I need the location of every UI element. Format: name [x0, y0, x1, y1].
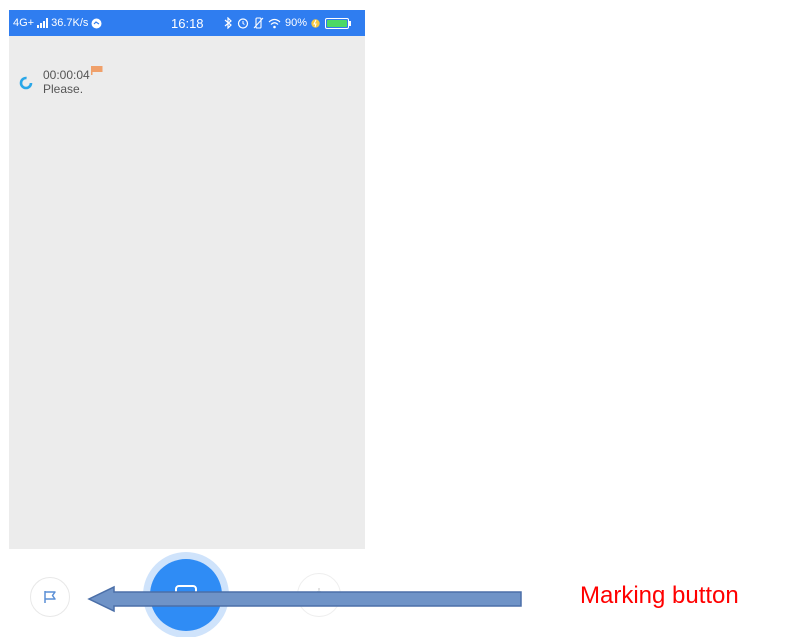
alarm-icon	[237, 18, 249, 29]
recording-list: 00:00:04 Please.	[9, 36, 365, 549]
flag-icon	[44, 591, 56, 603]
mark-flag-icon	[90, 66, 103, 75]
recording-text: Please.	[43, 82, 84, 96]
recording-item[interactable]: 00:00:04 Please.	[19, 66, 103, 96]
battery-percent: 90%	[285, 17, 308, 29]
phone-screen: 4G+ 36.7K/s 16:18 90% 00:00:04 Please.	[9, 0, 365, 637]
bluetooth-icon	[224, 17, 232, 29]
status-left: 4G+ 36.7K/s	[13, 17, 102, 29]
signal-icon	[37, 18, 49, 28]
record-button[interactable]	[150, 559, 222, 631]
charging-icon	[311, 18, 320, 28]
settings-button[interactable]	[297, 573, 341, 617]
annotation-label: Marking button	[580, 582, 739, 609]
sync-icon	[91, 18, 102, 28]
network-type: 4G+	[13, 17, 35, 29]
network-speed: 36.7K/s	[51, 17, 89, 29]
recording-time: 00:00:04	[43, 68, 90, 82]
vibrate-icon	[253, 17, 264, 29]
settings-icon	[312, 588, 326, 602]
status-right: 90%	[224, 17, 352, 29]
status-bar: 4G+ 36.7K/s 16:18 90%	[9, 10, 365, 36]
recording-status-icon	[19, 76, 33, 90]
recording-info: 00:00:04 Please.	[43, 66, 103, 96]
record-icon	[175, 585, 197, 605]
wifi-icon	[268, 18, 281, 28]
bottom-bar	[9, 549, 365, 637]
status-time: 16:18	[171, 15, 204, 31]
mark-button[interactable]	[30, 577, 70, 617]
recording-time-row: 00:00:04	[43, 66, 103, 82]
battery-icon	[325, 17, 352, 29]
